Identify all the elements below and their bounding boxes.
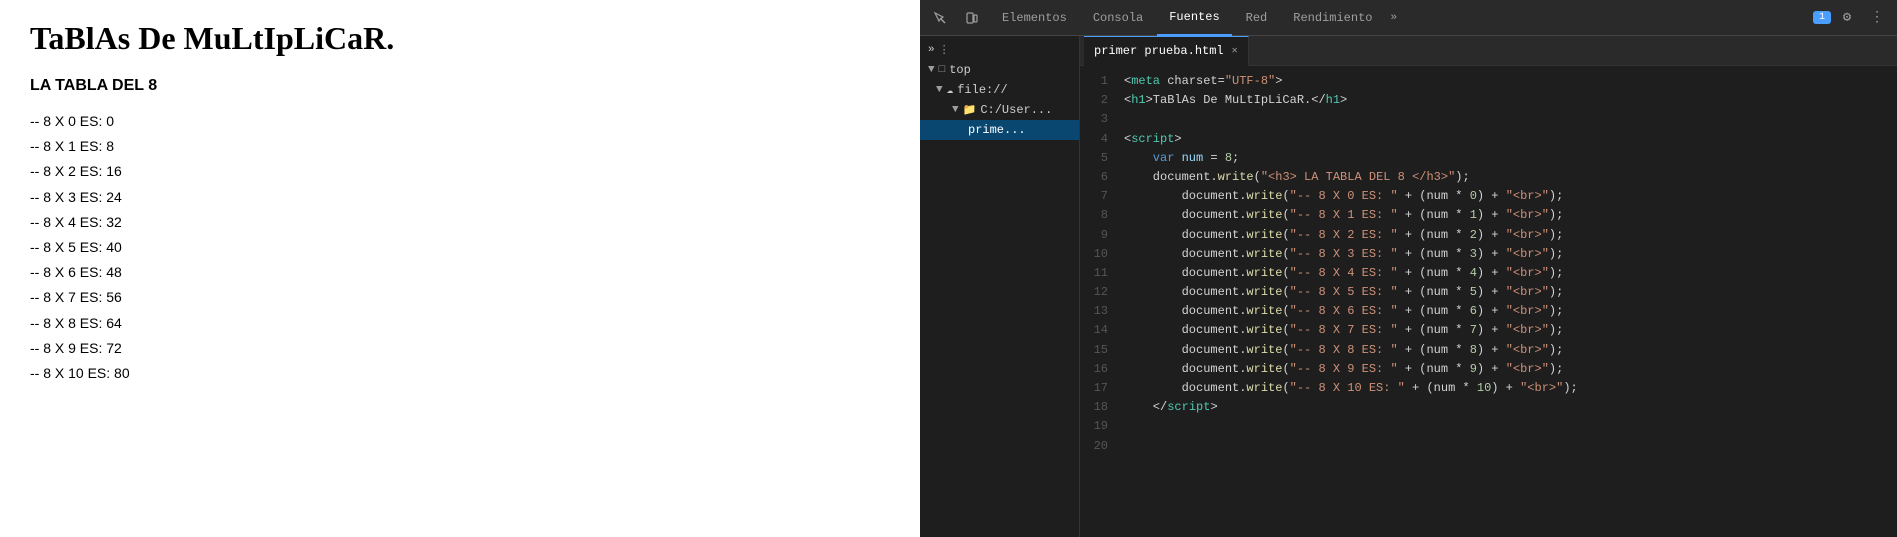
table-line: -- 8 X 9 ES: 72 bbox=[30, 336, 890, 361]
settings-icon[interactable]: ⚙ bbox=[1833, 4, 1861, 32]
file-tree-more[interactable]: » ⋮ bbox=[920, 40, 1079, 60]
devtools-topbar: Elementos Consola Fuentes Red Rendimient… bbox=[920, 0, 1897, 36]
devtools-tabs: Elementos Consola Fuentes Red Rendimient… bbox=[990, 0, 1401, 36]
code-body: 1234567891011121314151617181920 <meta ch… bbox=[1080, 66, 1897, 537]
code-line: <meta charset="UTF-8"> bbox=[1124, 72, 1897, 91]
code-line bbox=[1124, 437, 1897, 456]
tab-fuentes[interactable]: Fuentes bbox=[1157, 0, 1231, 36]
tab-elementos[interactable]: Elementos bbox=[990, 0, 1079, 36]
code-line: document.write("-- 8 X 6 ES: " + (num * … bbox=[1124, 302, 1897, 321]
arrow-icon-cuser: ▼ bbox=[952, 104, 959, 116]
code-line: document.write("-- 8 X 5 ES: " + (num * … bbox=[1124, 283, 1897, 302]
tree-label-top: top bbox=[949, 63, 971, 77]
code-line: <h1>TaBlAs De MuLtIpLiCaR.</h1> bbox=[1124, 91, 1897, 110]
code-line: var num = 8; bbox=[1124, 149, 1897, 168]
devtools-content: » ⋮ ▼ □ top ▼ ☁ file:// ▼ 📁 C:/User... bbox=[920, 36, 1897, 537]
code-line: document.write("-- 8 X 2 ES: " + (num * … bbox=[1124, 226, 1897, 245]
file-tree-panel: » ⋮ ▼ □ top ▼ ☁ file:// ▼ 📁 C:/User... bbox=[920, 36, 1080, 537]
code-panel: primer prueba.html ✕ 1234567891011121314… bbox=[1080, 36, 1897, 537]
code-line: </script> bbox=[1124, 398, 1897, 417]
multiplication-table: -- 8 X 0 ES: 0-- 8 X 1 ES: 8-- 8 X 2 ES:… bbox=[30, 109, 890, 386]
tab-red[interactable]: Red bbox=[1234, 0, 1280, 36]
code-line: document.write("-- 8 X 10 ES: " + (num *… bbox=[1124, 379, 1897, 398]
code-line bbox=[1124, 110, 1897, 129]
tree-item-cuser[interactable]: ▼ 📁 C:/User... bbox=[920, 100, 1079, 120]
devtools-panel: Elementos Consola Fuentes Red Rendimient… bbox=[920, 0, 1897, 537]
more-tabs-icon[interactable]: » bbox=[1386, 12, 1401, 24]
code-tabs: primer prueba.html ✕ bbox=[1080, 36, 1897, 66]
tree-item-top[interactable]: ▼ □ top bbox=[920, 60, 1079, 80]
code-line: document.write("-- 8 X 7 ES: " + (num * … bbox=[1124, 321, 1897, 340]
folder-icon-cuser: 📁 bbox=[963, 103, 977, 117]
table-line: -- 8 X 3 ES: 24 bbox=[30, 185, 890, 210]
close-tab-icon[interactable]: ✕ bbox=[1232, 45, 1238, 57]
table-line: -- 8 X 0 ES: 0 bbox=[30, 109, 890, 134]
tree-label-file: file:// bbox=[957, 83, 1007, 97]
arrow-icon-file: ▼ bbox=[936, 84, 943, 96]
code-line: document.write("-- 8 X 4 ES: " + (num * … bbox=[1124, 264, 1897, 283]
table-line: -- 8 X 2 ES: 16 bbox=[30, 159, 890, 184]
code-lines: <meta charset="UTF-8"><h1>TaBlAs De MuLt… bbox=[1116, 66, 1897, 537]
code-line: document.write("-- 8 X 1 ES: " + (num * … bbox=[1124, 206, 1897, 225]
code-line: document.write("<h3> LA TABLA DEL 8 </h3… bbox=[1124, 168, 1897, 187]
notification-badge: 1 bbox=[1813, 11, 1831, 24]
code-line: document.write("-- 8 X 3 ES: " + (num * … bbox=[1124, 245, 1897, 264]
cloud-icon: ☁ bbox=[947, 83, 954, 97]
table-line: -- 8 X 6 ES: 48 bbox=[30, 260, 890, 285]
file-tree-more-label: ⋮ bbox=[939, 43, 950, 57]
table-subtitle: LA TABLA DEL 8 bbox=[30, 77, 890, 95]
tree-label-primer: prime... bbox=[968, 123, 1026, 137]
inspect-icon[interactable] bbox=[926, 4, 954, 32]
device-icon[interactable] bbox=[958, 4, 986, 32]
code-line: document.write("-- 8 X 9 ES: " + (num * … bbox=[1124, 360, 1897, 379]
code-tab-primer[interactable]: primer prueba.html ✕ bbox=[1084, 36, 1249, 66]
arrow-icon: ▼ bbox=[928, 64, 935, 76]
code-line: document.write("-- 8 X 0 ES: " + (num * … bbox=[1124, 187, 1897, 206]
tree-item-file[interactable]: ▼ ☁ file:// bbox=[920, 80, 1079, 100]
code-line: document.write("-- 8 X 8 ES: " + (num * … bbox=[1124, 341, 1897, 360]
tree-item-primer[interactable]: prime... bbox=[920, 120, 1079, 140]
table-line: -- 8 X 7 ES: 56 bbox=[30, 285, 890, 310]
folder-icon-top: □ bbox=[939, 64, 946, 76]
code-tab-label: primer prueba.html bbox=[1094, 44, 1224, 58]
more-options-icon[interactable]: ⋮ bbox=[1863, 4, 1891, 32]
table-line: -- 8 X 4 ES: 32 bbox=[30, 210, 890, 235]
tab-rendimiento[interactable]: Rendimiento bbox=[1281, 0, 1384, 36]
table-line: -- 8 X 10 ES: 80 bbox=[30, 361, 890, 386]
code-line bbox=[1124, 417, 1897, 436]
page-title: TaBlAs De MuLtIpLiCaR. bbox=[30, 20, 890, 57]
tree-label-cuser: C:/User... bbox=[980, 103, 1052, 117]
browser-page: TaBlAs De MuLtIpLiCaR. LA TABLA DEL 8 --… bbox=[0, 0, 920, 537]
table-line: -- 8 X 5 ES: 40 bbox=[30, 235, 890, 260]
more-icon: » bbox=[928, 44, 935, 56]
table-line: -- 8 X 8 ES: 64 bbox=[30, 311, 890, 336]
code-line: <script> bbox=[1124, 130, 1897, 149]
tab-consola[interactable]: Consola bbox=[1081, 0, 1155, 36]
table-line: -- 8 X 1 ES: 8 bbox=[30, 134, 890, 159]
devtools-right-icons: 1 ⚙ ⋮ bbox=[1813, 4, 1891, 32]
line-numbers: 1234567891011121314151617181920 bbox=[1080, 66, 1116, 537]
